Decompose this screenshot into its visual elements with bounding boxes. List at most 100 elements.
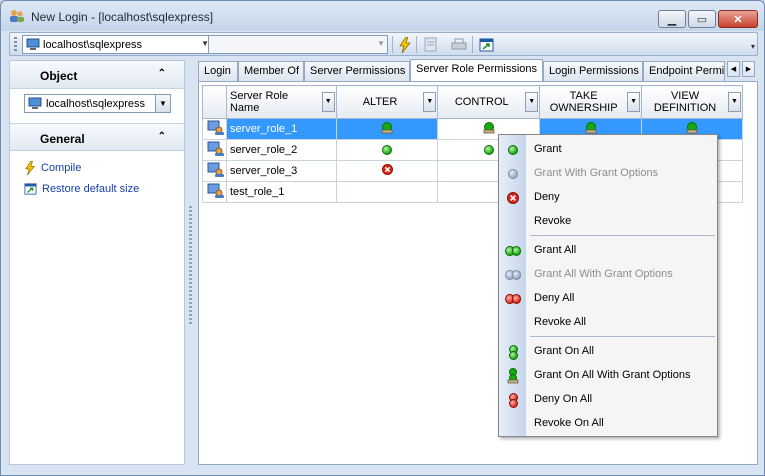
menu-item-grant-with-grant-options[interactable]: Grant With Grant Options: [499, 162, 717, 184]
column-header-server-role-name[interactable]: Server Role Name ▼: [225, 85, 337, 119]
grant-with-option-icon: [686, 121, 698, 133]
menu-item-deny-on-all[interactable]: Deny On All: [499, 388, 717, 410]
collapse-chevron-icon[interactable]: ⌃: [158, 68, 166, 79]
maximize-button[interactable]: ▭: [688, 10, 716, 28]
cell-server-role-name[interactable]: server_role_2: [225, 139, 337, 161]
toolbar-grip[interactable]: [14, 37, 17, 52]
column-header-label: TAKE OWNERSHIP: [549, 90, 618, 114]
server-role-icon: [207, 120, 224, 135]
server-role-icon: [207, 141, 224, 156]
toolbar-overflow-icon[interactable]: ▾: [751, 42, 755, 51]
object-section-label: Object: [40, 69, 78, 83]
tab-scroll-right-icon[interactable]: ▶: [742, 61, 755, 77]
close-button[interactable]: ✕: [718, 10, 758, 28]
compile-button[interactable]: [396, 36, 413, 53]
menu-item-label: Grant On All With Grant Options: [534, 369, 691, 381]
tab-member-of[interactable]: Member Of: [238, 61, 304, 81]
menu-item-label: Grant All: [534, 244, 577, 256]
menu-item-label: Grant: [534, 143, 562, 155]
deny-icon: [381, 164, 393, 175]
cell-server-role-name[interactable]: test_role_1: [225, 181, 337, 203]
permission-context-menu: Grant Grant With Grant Options Deny Revoke G…: [498, 134, 718, 437]
chevron-down-icon[interactable]: ▼: [155, 95, 170, 112]
left-panel: Object ⌃ localhost\sqlexpress ▼ General …: [9, 60, 185, 465]
filter-dropdown-icon[interactable]: ▼: [525, 92, 539, 112]
column-header-view-definition[interactable]: VIEW DEFINITION ▼: [641, 85, 743, 119]
menu-item-label: Deny: [534, 191, 560, 203]
menu-item-revoke-on-all[interactable]: Revoke On All: [499, 412, 717, 434]
deny-on-all-icon: [505, 392, 521, 408]
menu-item-grant[interactable]: Grant: [499, 138, 717, 160]
tab-strip: Login Member Of Server Permissions Serve…: [198, 59, 758, 81]
print-button[interactable]: [450, 36, 467, 53]
row-role-icon-cell: [202, 139, 227, 161]
server-icon: [28, 97, 42, 109]
minimize-icon: ▁: [667, 13, 677, 26]
grant-all-with-options-icon: [505, 268, 521, 282]
deny-icon: [505, 191, 521, 205]
resize-window-icon: [479, 38, 494, 51]
cell-alter[interactable]: [335, 118, 439, 140]
menu-item-deny-all[interactable]: Deny All: [499, 287, 717, 309]
filter-dropdown-icon[interactable]: ▼: [423, 92, 437, 112]
column-header-alter[interactable]: ALTER ▼: [335, 85, 439, 119]
cell-server-role-name[interactable]: server_role_1: [225, 118, 337, 140]
printer-icon: [451, 38, 466, 49]
column-header-label: VIEW DEFINITION: [653, 90, 717, 114]
tab-login-permissions[interactable]: Login Permissions: [543, 61, 643, 81]
restore-default-size-link[interactable]: Restore default size: [24, 183, 139, 195]
restore-size-button[interactable]: [478, 36, 495, 53]
menu-item-grant-all-with-grant-options[interactable]: Grant All With Grant Options: [499, 263, 717, 285]
panel-splitter[interactable]: [189, 206, 192, 326]
cell-alter[interactable]: [335, 181, 439, 203]
menu-item-label: Grant On All: [534, 345, 594, 357]
menu-item-label: Grant With Grant Options: [534, 167, 659, 179]
menu-item-grant-on-all[interactable]: Grant On All: [499, 340, 717, 362]
column-header-label: ALTER: [362, 96, 398, 108]
collapse-chevron-icon[interactable]: ⌃: [158, 131, 166, 142]
document-icon: [424, 37, 437, 52]
cell-server-role-name[interactable]: server_role_3: [225, 160, 337, 182]
script-button[interactable]: [422, 36, 439, 53]
menu-item-label: Revoke On All: [534, 417, 604, 429]
menu-item-revoke[interactable]: Revoke: [499, 210, 717, 232]
tab-endpoint-permissions[interactable]: Endpoint Permis: [643, 61, 725, 81]
tab-scroll-left-icon[interactable]: ◀: [727, 61, 740, 77]
menu-item-label: Deny All: [534, 292, 575, 304]
menu-separator: [530, 336, 715, 337]
menu-item-deny[interactable]: Deny: [499, 186, 717, 208]
general-section-header[interactable]: General ⌃: [10, 123, 184, 151]
menu-item-grant-all[interactable]: Grant All: [499, 239, 717, 261]
title-bar: New Login - [localhost\sqlexpress] ▁ ▭ ✕: [1, 1, 764, 31]
column-header-take-ownership[interactable]: TAKE OWNERSHIP ▼: [539, 85, 643, 119]
filter-dropdown-icon[interactable]: ▼: [728, 92, 741, 112]
server-icon: [26, 38, 40, 50]
menu-item-grant-on-all-with-grant-options[interactable]: Grant On All With Grant Options: [499, 364, 717, 386]
database-combo[interactable]: ▼: [208, 35, 388, 54]
server-role-icon: [207, 162, 224, 177]
object-section-header[interactable]: Object ⌃: [10, 61, 184, 89]
toolbar-separator: [472, 36, 473, 53]
minimize-button[interactable]: ▁: [658, 10, 686, 28]
resize-window-icon: [24, 183, 37, 195]
tab-server-permissions[interactable]: Server Permissions: [304, 61, 410, 81]
tab-login[interactable]: Login: [198, 61, 238, 81]
cell-alter[interactable]: [335, 139, 439, 161]
column-header-label: Server Role Name: [229, 90, 289, 114]
compile-link[interactable]: Compile: [24, 161, 81, 175]
column-header-control[interactable]: CONTROL ▼: [437, 85, 541, 119]
grant-with-option-icon: [483, 121, 495, 133]
close-icon: ✕: [733, 13, 743, 26]
tab-server-role-permissions[interactable]: Server Role Permissions: [410, 59, 543, 81]
filter-dropdown-icon[interactable]: ▼: [321, 92, 335, 112]
filter-dropdown-icon[interactable]: ▼: [627, 92, 641, 112]
server-combo[interactable]: localhost\sqlexpress ▼: [22, 35, 212, 54]
cell-alter[interactable]: [335, 160, 439, 182]
menu-item-revoke-all[interactable]: Revoke All: [499, 311, 717, 333]
deny-all-icon: [505, 292, 521, 306]
toolbar-separator: [416, 36, 417, 53]
window: New Login - [localhost\sqlexpress] ▁ ▭ ✕…: [0, 0, 765, 476]
object-combo[interactable]: localhost\sqlexpress ▼: [24, 94, 171, 113]
window-title: New Login - [localhost\sqlexpress]: [31, 10, 214, 24]
menu-item-label: Grant All With Grant Options: [534, 268, 673, 280]
